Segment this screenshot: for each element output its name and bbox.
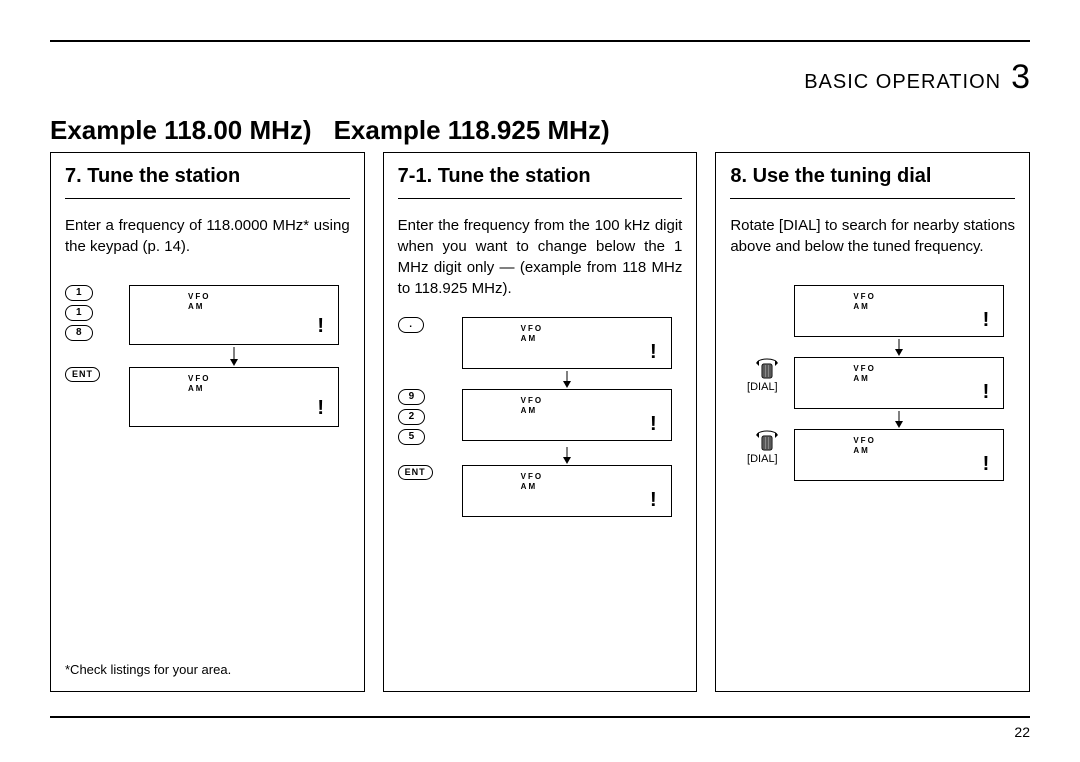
column-8: 8. Use the tuning dial Rotate [DIAL] to … bbox=[715, 152, 1030, 692]
lcd-am: AM bbox=[521, 482, 537, 491]
lcd-vfo: VFO bbox=[521, 324, 543, 333]
step-row: [DIAL] VFO AM ! bbox=[730, 429, 1015, 481]
keys: . bbox=[398, 317, 462, 333]
top-rule bbox=[50, 40, 1030, 42]
section-label: BASIC OPERATION bbox=[804, 71, 1001, 94]
step-row: [DIAL] VFO AM ! bbox=[730, 357, 1015, 409]
step-columns: 7. Tune the station Enter a frequency of… bbox=[50, 152, 1030, 692]
lcd-bang: ! bbox=[650, 489, 657, 512]
lcd-am: AM bbox=[188, 302, 204, 311]
lcd-screen: VFO AM ! bbox=[129, 285, 339, 345]
illustration: VFO AM ! bbox=[730, 285, 1015, 483]
step-row: 1 1 8 VFO AM ! bbox=[65, 285, 350, 345]
dial-control: [DIAL] bbox=[730, 357, 794, 393]
manual-page: BASIC OPERATION 3 Example 118.00 MHz) Ex… bbox=[0, 0, 1080, 762]
lcd-bang: ! bbox=[317, 315, 324, 338]
column-7-1: 7-1. Tune the station Enter the frequenc… bbox=[383, 152, 698, 692]
keypad-key-ent: ENT bbox=[65, 367, 100, 382]
lcd-am: AM bbox=[521, 334, 537, 343]
arrow-down-icon bbox=[129, 347, 339, 367]
dial-knob-icon bbox=[753, 357, 771, 379]
dial-knob-icon bbox=[753, 429, 771, 451]
lcd-vfo: VFO bbox=[188, 374, 210, 383]
column-title: 8. Use the tuning dial bbox=[730, 165, 1015, 188]
keypad-key: 9 bbox=[398, 389, 426, 405]
column-title-wrap: 7. Tune the station bbox=[65, 165, 350, 199]
step-row: . VFO AM ! bbox=[398, 317, 683, 369]
page-header: BASIC OPERATION 3 bbox=[50, 58, 1030, 97]
lcd-screen: VFO AM ! bbox=[462, 465, 672, 517]
lcd-bang: ! bbox=[983, 453, 990, 476]
lcd-am: AM bbox=[853, 302, 869, 311]
arrow-down-icon bbox=[462, 447, 672, 465]
lcd-vfo: VFO bbox=[853, 364, 875, 373]
example-headings: Example 118.00 MHz) Example 118.925 MHz) bbox=[50, 115, 1030, 146]
lcd-bang: ! bbox=[983, 381, 990, 404]
lcd-screen: VFO AM ! bbox=[794, 429, 1004, 481]
keys: 1 1 8 bbox=[65, 285, 129, 341]
keypad-key: 2 bbox=[398, 409, 426, 425]
keys: ENT bbox=[65, 367, 129, 382]
step-row: ENT VFO AM ! bbox=[65, 367, 350, 427]
arrow-down-icon bbox=[462, 371, 672, 389]
lcd-am: AM bbox=[853, 374, 869, 383]
step-row: VFO AM ! bbox=[730, 285, 1015, 337]
keypad-key-ent: ENT bbox=[398, 465, 433, 480]
column-7: 7. Tune the station Enter a frequency of… bbox=[50, 152, 365, 692]
arrow-down-icon bbox=[794, 411, 1004, 429]
column-body: Enter the frequency from the 100 kHz dig… bbox=[398, 215, 683, 299]
step-row: ENT VFO AM ! bbox=[398, 465, 683, 517]
keypad-key: . bbox=[398, 317, 424, 333]
lcd-vfo: VFO bbox=[521, 396, 543, 405]
column-title: 7. Tune the station bbox=[65, 165, 350, 188]
example-heading-left: Example 118.00 MHz) bbox=[50, 115, 312, 146]
example-heading-right: Example 118.925 MHz) bbox=[334, 115, 610, 146]
lcd-bang: ! bbox=[650, 341, 657, 364]
lcd-bang: ! bbox=[317, 397, 324, 420]
footnote: *Check listings for your area. bbox=[65, 662, 350, 677]
column-body: Rotate [DIAL] to search for nearby stati… bbox=[730, 215, 1015, 257]
lcd-screen: VFO AM ! bbox=[462, 389, 672, 441]
column-title-wrap: 8. Use the tuning dial bbox=[730, 165, 1015, 199]
dial-control: [DIAL] bbox=[730, 429, 794, 465]
keypad-key: 5 bbox=[398, 429, 426, 445]
keypad-key: 8 bbox=[65, 325, 93, 341]
bottom-rule bbox=[50, 716, 1030, 718]
lcd-bang: ! bbox=[650, 413, 657, 436]
lcd-screen: VFO AM ! bbox=[794, 285, 1004, 337]
keypad-key: 1 bbox=[65, 305, 93, 321]
lcd-vfo: VFO bbox=[853, 436, 875, 445]
column-title-wrap: 7-1. Tune the station bbox=[398, 165, 683, 199]
illustration: 1 1 8 VFO AM ! ENT bbox=[65, 285, 350, 429]
lcd-vfo: VFO bbox=[188, 292, 210, 301]
keys: 9 2 5 bbox=[398, 389, 462, 445]
lcd-bang: ! bbox=[983, 309, 990, 332]
chapter-number: 3 bbox=[1011, 58, 1030, 97]
column-title: 7-1. Tune the station bbox=[398, 165, 683, 188]
keys: ENT bbox=[398, 465, 462, 480]
lcd-vfo: VFO bbox=[521, 472, 543, 481]
page-number: 22 bbox=[1014, 724, 1030, 740]
lcd-screen: VFO AM ! bbox=[462, 317, 672, 369]
lcd-screen: VFO AM ! bbox=[129, 367, 339, 427]
illustration: . VFO AM ! 9 2 5 bbox=[398, 317, 683, 519]
step-row: 9 2 5 VFO AM ! bbox=[398, 389, 683, 445]
lcd-screen: VFO AM ! bbox=[794, 357, 1004, 409]
arrow-down-icon bbox=[794, 339, 1004, 357]
keypad-key: 1 bbox=[65, 285, 93, 301]
column-body: Enter a frequency of 118.0000 MHz* using… bbox=[65, 215, 350, 257]
lcd-vfo: VFO bbox=[853, 292, 875, 301]
lcd-am: AM bbox=[853, 446, 869, 455]
lcd-am: AM bbox=[521, 406, 537, 415]
lcd-am: AM bbox=[188, 384, 204, 393]
